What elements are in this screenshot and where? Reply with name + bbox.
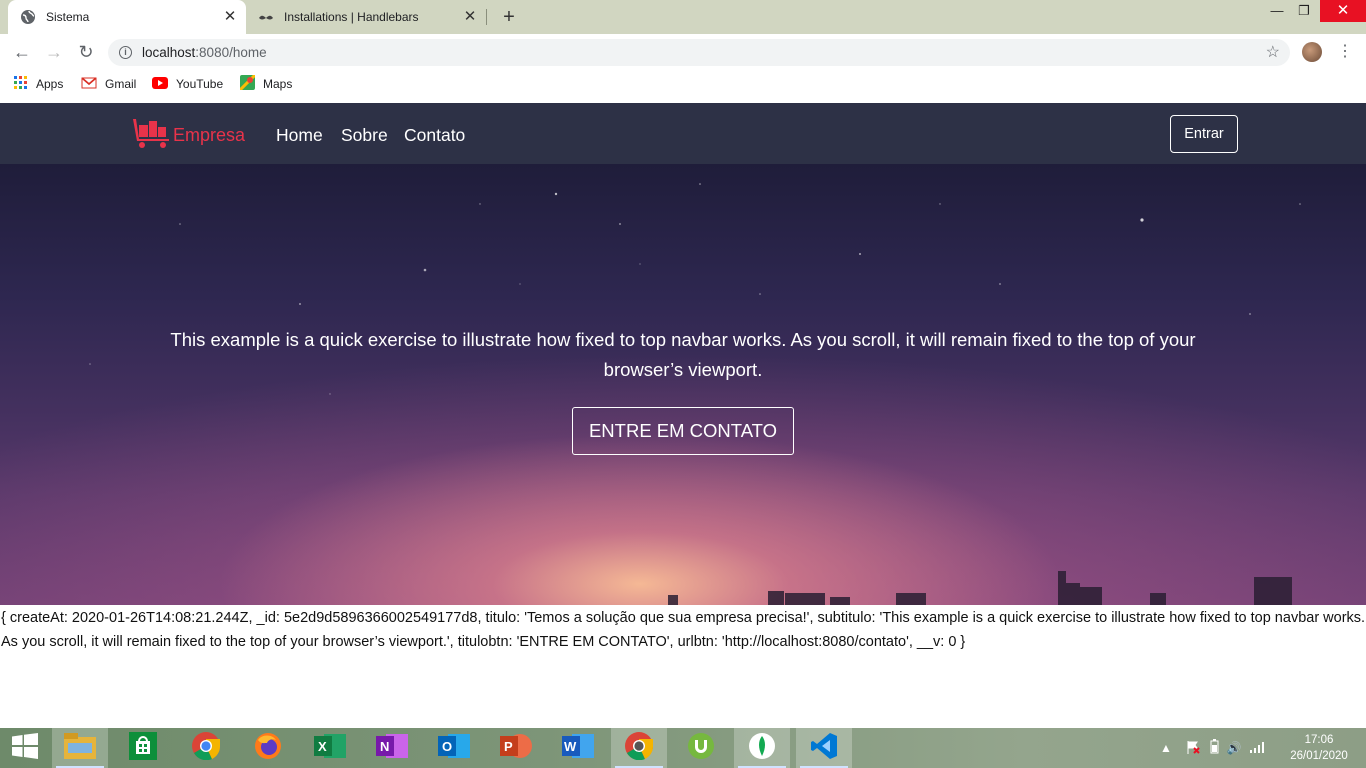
show-hidden-icons-icon[interactable]: ▲	[1160, 741, 1172, 755]
close-tab-icon[interactable]: ✕	[222, 9, 238, 25]
clock-date: 26/01/2020	[1290, 750, 1348, 762]
debug-object-output: { createAt: 2020-01-26T14:08:21.244Z, _i…	[1, 610, 1366, 650]
site-navbar: Empresa Home Sobre Contato Entrar	[0, 103, 1366, 164]
svg-text:N: N	[380, 739, 389, 754]
taskbar-vscode[interactable]	[796, 728, 852, 768]
url-host: localhost	[142, 45, 196, 60]
url-text: localhost:8080/home	[142, 39, 267, 66]
taskbar-powerpoint[interactable]: P	[488, 728, 544, 768]
maps-icon	[238, 73, 257, 93]
tab-title: Installations | Handlebars	[284, 10, 419, 24]
browser-toolbar: ← → ↻ i localhost:8080/home ☆ ⋮	[0, 34, 1366, 70]
hero-section: This example is a quick exercise to illu…	[0, 164, 1366, 605]
taskbar-store[interactable]	[115, 728, 171, 768]
svg-text:P: P	[504, 739, 513, 754]
handlebars-mustache-icon	[258, 9, 274, 25]
outlook-icon: O	[438, 732, 470, 765]
bookmark-apps[interactable]: Apps	[14, 70, 63, 98]
svg-text:O: O	[442, 739, 452, 754]
cart-logo-icon	[133, 117, 169, 154]
svg-text:X: X	[318, 739, 327, 754]
taskbar-excel[interactable]: X	[302, 728, 358, 768]
tab-handlebars[interactable]: Installations | Handlebars ✕	[250, 0, 486, 34]
taskbar-mongodb-compass[interactable]	[734, 728, 790, 768]
web-page: Empresa Home Sobre Contato Entrar This e…	[0, 103, 1366, 605]
store-icon	[129, 731, 157, 765]
bookmark-youtube[interactable]: YouTube	[152, 70, 223, 98]
new-tab-button[interactable]: +	[499, 7, 519, 27]
chrome-dev-icon	[625, 731, 654, 765]
excel-icon: X	[314, 732, 346, 765]
bookmark-label: Gmail	[105, 77, 137, 91]
taskbar-outlook[interactable]: O	[426, 728, 482, 768]
svg-text:W: W	[564, 739, 577, 754]
profile-avatar[interactable]	[1302, 42, 1322, 62]
back-button[interactable]: ←	[12, 42, 32, 62]
nav-sobre[interactable]: Sobre	[341, 125, 388, 146]
windows-logo-icon	[12, 732, 38, 764]
restore-button[interactable]: ❐	[1289, 0, 1319, 22]
taskbar-utorrent[interactable]	[673, 728, 729, 768]
close-tab-icon[interactable]: ✕	[462, 9, 478, 25]
taskbar-onenote[interactable]: N	[364, 728, 420, 768]
browser-tab-strip: Sistema ✕ Installations | Handlebars ✕ +…	[0, 0, 1366, 34]
wifi-signal-icon[interactable]	[1249, 741, 1266, 756]
firefox-icon	[254, 732, 282, 765]
brand-name: Empresa	[173, 125, 246, 145]
taskbar-chrome-dev[interactable]	[611, 728, 667, 768]
city-skyline-decoration	[668, 571, 1292, 605]
tab-sistema[interactable]: Sistema ✕	[8, 0, 246, 34]
forward-button[interactable]: →	[44, 42, 64, 62]
bookmark-label: Apps	[36, 77, 64, 91]
bookmarks-bar: Apps Gmail YouTube Maps	[0, 70, 1366, 102]
vscode-icon	[810, 732, 838, 765]
bookmark-maps[interactable]: Maps	[238, 70, 293, 98]
tab-title: Sistema	[46, 10, 90, 24]
bookmark-star-icon[interactable]: ☆	[1266, 39, 1280, 66]
entrar-button[interactable]: Entrar	[1170, 115, 1238, 153]
entre-em-contato-button[interactable]: ENTRE EM CONTATO	[572, 407, 794, 455]
action-center-flag-icon[interactable]	[1186, 740, 1200, 757]
word-icon: W	[562, 732, 594, 765]
tab-divider	[486, 9, 487, 25]
address-bar[interactable]: i localhost:8080/home ☆	[108, 39, 1290, 66]
file-explorer-icon	[64, 732, 96, 764]
clock-time: 17:06	[1304, 734, 1334, 746]
system-clock[interactable]: 17:06 26/01/2020	[1282, 732, 1356, 764]
minimize-button[interactable]: —	[1262, 0, 1292, 22]
browser-menu-icon[interactable]: ⋮	[1337, 42, 1353, 62]
apps-grid-icon	[14, 75, 28, 93]
taskbar-word[interactable]: W	[550, 728, 606, 768]
bookmark-label: Maps	[263, 77, 293, 91]
chrome-icon	[192, 731, 221, 765]
nav-home[interactable]: Home	[276, 125, 323, 146]
onenote-icon: N	[376, 732, 408, 765]
battery-icon[interactable]	[1210, 739, 1219, 757]
bookmark-label: YouTube	[176, 77, 224, 91]
reload-button[interactable]: ↻	[76, 42, 96, 62]
mongodb-compass-icon	[748, 732, 776, 765]
close-window-button[interactable]: ✕	[1320, 0, 1366, 22]
youtube-icon	[152, 76, 168, 92]
globe-icon	[20, 9, 36, 25]
system-tray: ▲ 🔊	[1160, 728, 1266, 768]
volume-icon[interactable]: 🔊	[1227, 741, 1242, 755]
taskbar-firefox[interactable]	[240, 728, 296, 768]
nav-contato[interactable]: Contato	[404, 125, 465, 146]
gmail-icon	[81, 76, 97, 92]
powerpoint-icon: P	[500, 732, 532, 765]
bookmark-gmail[interactable]: Gmail	[81, 70, 136, 98]
taskbar-file-explorer[interactable]	[52, 728, 108, 768]
brand-logo[interactable]: Empresa	[133, 117, 245, 154]
url-path: :8080/home	[195, 45, 267, 60]
start-button[interactable]	[0, 728, 50, 768]
hero-subtitle: This example is a quick exercise to illu…	[170, 329, 1196, 380]
windows-taskbar: X N O P W ▲ 🔊 17:06 26/01/2020	[0, 728, 1366, 768]
taskbar-chrome[interactable]	[178, 728, 234, 768]
utorrent-icon	[687, 732, 715, 765]
site-info-icon[interactable]: i	[119, 46, 132, 59]
